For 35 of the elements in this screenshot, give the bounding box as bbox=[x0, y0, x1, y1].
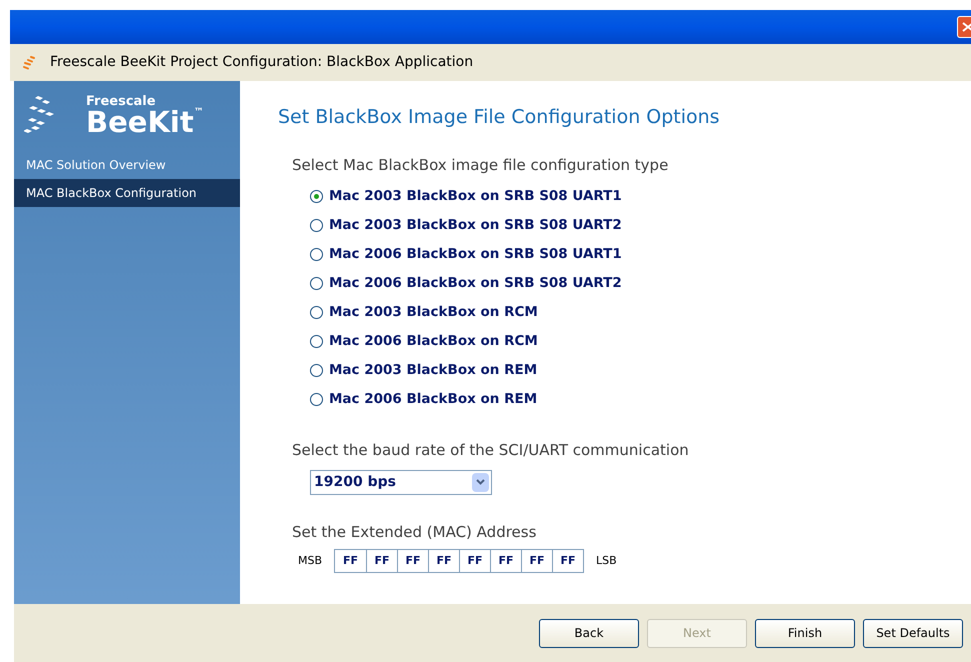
radio-label: Mac 2006 BlackBox on REM bbox=[329, 390, 538, 410]
msb-label: MSB bbox=[298, 552, 322, 569]
wizard-button[interactable]: Back bbox=[539, 618, 639, 648]
baud-rate-dropdown[interactable]: 19200 bps bbox=[310, 470, 492, 494]
radio-label: Mac 2006 BlackBox on SRB S08 UART1 bbox=[329, 245, 622, 264]
radio-button[interactable] bbox=[310, 364, 323, 377]
sidebar-item[interactable]: MAC Solution Overview bbox=[14, 151, 240, 179]
brand-name: Freescale bbox=[86, 95, 157, 108]
radio-button[interactable] bbox=[310, 277, 323, 290]
radio-button[interactable] bbox=[310, 190, 323, 203]
radio-button[interactable] bbox=[310, 219, 323, 232]
close-button[interactable] bbox=[957, 16, 971, 38]
section-label: Select Mac BlackBox image file configuration type bbox=[292, 154, 670, 176]
window-title: Freescale BeeKit Project Configuration: BlackBox Application bbox=[50, 53, 474, 72]
page-heading: Set BlackBox Image File Configuration Options bbox=[278, 105, 721, 130]
radio-button[interactable] bbox=[310, 335, 323, 348]
lsb-label: LSB bbox=[596, 552, 617, 569]
radio-label: Mac 2006 BlackBox on SRB S08 UART2 bbox=[329, 274, 622, 294]
radio-button[interactable] bbox=[310, 248, 323, 261]
radio-label: Mac 2003 BlackBox on REM bbox=[329, 361, 538, 380]
section-label: Set the Extended (MAC) Address bbox=[292, 522, 538, 542]
radio-label: Mac 2003 BlackBox on SRB S08 UART1 bbox=[329, 187, 622, 206]
sidebar-item[interactable]: MAC BlackBox Configuration bbox=[14, 179, 240, 207]
close-icon bbox=[961, 21, 971, 33]
app-icon bbox=[22, 54, 38, 70]
radio-label: Mac 2003 BlackBox on SRB S08 UART2 bbox=[329, 216, 622, 236]
radio-button[interactable] bbox=[310, 306, 323, 319]
radio-label: Mac 2006 BlackBox on RCM bbox=[329, 332, 538, 352]
product-name: BeeKit bbox=[86, 108, 194, 137]
trademark-sign: ™ bbox=[194, 108, 204, 118]
radio-button[interactable] bbox=[310, 393, 323, 406]
radio-label: Mac 2003 BlackBox on RCM bbox=[329, 303, 538, 322]
wizard-button[interactable]: Finish bbox=[755, 618, 855, 648]
wizard-button[interactable]: Set Defaults bbox=[863, 618, 963, 648]
section-label: Select the baud rate of the SCI/UART communication bbox=[292, 440, 690, 461]
